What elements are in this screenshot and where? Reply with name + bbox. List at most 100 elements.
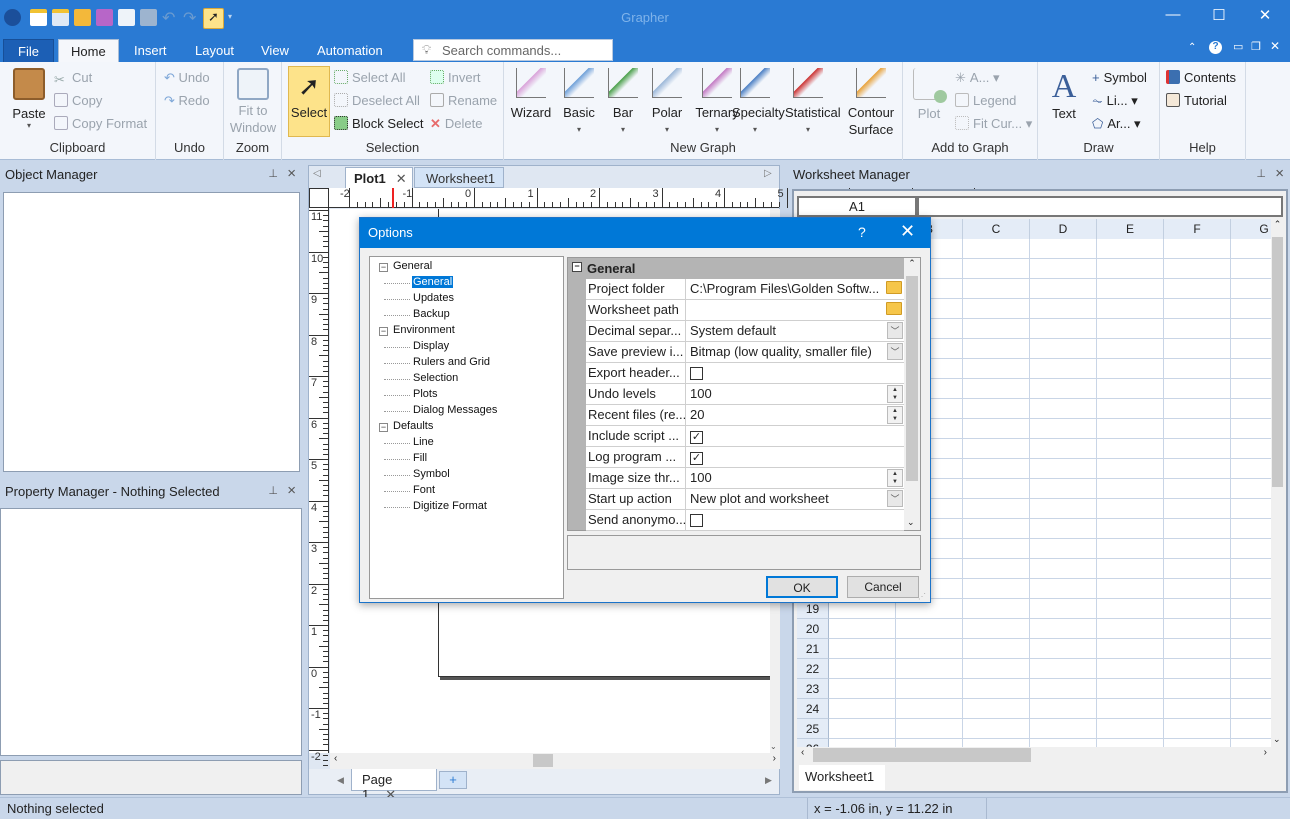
page-scroll-left-icon[interactable]: ◀	[337, 775, 344, 786]
ws-hscroll-thumb[interactable]	[813, 748, 1031, 762]
cell[interactable]	[1097, 279, 1164, 299]
cell[interactable]	[1030, 439, 1097, 459]
cell[interactable]	[1231, 399, 1271, 419]
cell[interactable]	[896, 619, 963, 639]
page-scroll-right-icon[interactable]: ▶	[765, 775, 772, 786]
select-button[interactable]: ➚ Select	[288, 66, 330, 137]
pin-icon[interactable]: ⊥	[268, 167, 278, 180]
doc-close-icon[interactable]: ✕	[1270, 39, 1280, 53]
new-graph-bar-button[interactable]: Bar ▾	[600, 68, 646, 138]
tab-automation[interactable]: Automation	[305, 39, 395, 63]
dropdown-chevron-icon[interactable]: ﹀	[887, 343, 903, 360]
tree-node[interactable]: Updates	[412, 292, 455, 304]
tab-worksheet1[interactable]: Worksheet1	[414, 167, 504, 188]
object-tree[interactable]	[3, 192, 300, 472]
column-header[interactable]: C	[963, 219, 1030, 239]
cell[interactable]	[1097, 459, 1164, 479]
cell[interactable]	[1030, 699, 1097, 719]
select-all-button[interactable]: Select All	[334, 70, 405, 85]
checkbox[interactable]	[690, 514, 703, 527]
pg-scrollbar[interactable]: ⌃ ⌄	[904, 258, 920, 530]
property-row[interactable]: Project folder C:\Program Files\Golden So…	[586, 279, 904, 300]
resize-grip-icon[interactable]: ⋰	[918, 592, 926, 601]
cell[interactable]	[1231, 439, 1271, 459]
scroll-left-icon[interactable]: ‹	[334, 753, 337, 764]
cell[interactable]	[1231, 659, 1271, 679]
cell[interactable]	[1097, 659, 1164, 679]
tree-node[interactable]: General	[393, 260, 432, 272]
tab-layout[interactable]: Layout	[183, 39, 246, 63]
cell[interactable]	[1164, 599, 1231, 619]
cell[interactable]	[1097, 299, 1164, 319]
tree-collapse-icon[interactable]: −	[379, 423, 388, 432]
cell[interactable]	[1164, 619, 1231, 639]
cell[interactable]	[963, 319, 1030, 339]
row-header[interactable]: 26	[797, 739, 829, 747]
tree-node[interactable]: Rulers and Grid	[412, 356, 491, 368]
tree-collapse-icon[interactable]: −	[379, 263, 388, 272]
property-value[interactable]: 100	[687, 468, 904, 488]
cell[interactable]	[1164, 319, 1231, 339]
cell[interactable]	[1231, 319, 1271, 339]
tree-node[interactable]: Selection	[412, 372, 459, 384]
cell[interactable]	[963, 439, 1030, 459]
cell[interactable]	[1231, 239, 1271, 259]
checkbox[interactable]: ✓	[690, 452, 703, 465]
cell[interactable]	[1164, 579, 1231, 599]
cell[interactable]	[1164, 239, 1231, 259]
column-header[interactable]: D	[1030, 219, 1097, 239]
column-header[interactable]: E	[1097, 219, 1164, 239]
cell[interactable]	[1231, 579, 1271, 599]
cell[interactable]	[963, 339, 1030, 359]
property-row[interactable]: Export header...	[586, 363, 904, 384]
section-header-general[interactable]: − General	[568, 258, 904, 279]
tree-node[interactable]: Fill	[412, 452, 428, 464]
cell[interactable]	[963, 279, 1030, 299]
new-graph-wizard-button[interactable]: Wizard	[508, 68, 554, 121]
cell[interactable]	[896, 719, 963, 739]
cell[interactable]	[963, 579, 1030, 599]
horizontal-scrollbar[interactable]: ‹ ›	[330, 753, 780, 769]
cell[interactable]	[1164, 739, 1231, 747]
tab-insert[interactable]: Insert	[122, 39, 179, 63]
cell[interactable]	[1231, 499, 1271, 519]
cell[interactable]	[963, 499, 1030, 519]
cell[interactable]	[1164, 419, 1231, 439]
property-row[interactable]: Include script ... ✓	[586, 426, 904, 447]
cell[interactable]	[1164, 659, 1231, 679]
cell[interactable]	[1231, 379, 1271, 399]
cancel-button[interactable]: Cancel	[847, 576, 919, 598]
minimize-button[interactable]: —	[1163, 6, 1183, 26]
cell[interactable]	[1164, 699, 1231, 719]
tab-scroll-right-icon[interactable]: ▷	[764, 168, 772, 179]
cell[interactable]	[963, 479, 1030, 499]
dropdown-chevron-icon[interactable]: ﹀	[887, 322, 903, 339]
tab-home[interactable]: Home	[58, 39, 119, 64]
cell[interactable]	[1030, 619, 1097, 639]
scroll-right-icon[interactable]: ›	[773, 753, 776, 764]
rename-button[interactable]: Rename	[430, 93, 497, 108]
row-header[interactable]: 22	[797, 659, 829, 679]
help-icon[interactable]: ?	[1209, 41, 1222, 54]
close-panel-icon[interactable]: ×	[1275, 165, 1284, 182]
cell[interactable]	[1164, 459, 1231, 479]
cell[interactable]	[1164, 359, 1231, 379]
cell[interactable]	[963, 379, 1030, 399]
property-value[interactable]: 100	[687, 384, 904, 404]
add-page-button[interactable]: +	[439, 771, 467, 789]
cell-reference-box[interactable]: A1	[797, 196, 917, 217]
property-row[interactable]: Save preview i... Bitmap (low quality, sm…	[586, 342, 904, 363]
property-value[interactable]: 20	[687, 405, 904, 425]
cell[interactable]	[1164, 519, 1231, 539]
cell[interactable]	[1097, 379, 1164, 399]
cell[interactable]	[1164, 479, 1231, 499]
cell[interactable]	[1030, 239, 1097, 259]
cell[interactable]	[963, 719, 1030, 739]
cell[interactable]	[1164, 499, 1231, 519]
cell[interactable]	[1097, 559, 1164, 579]
add-axis-button[interactable]: ✳ A... ▾	[955, 70, 1000, 86]
cell[interactable]	[1164, 539, 1231, 559]
cell[interactable]	[1231, 299, 1271, 319]
ws-horizontal-scrollbar[interactable]: ‹ ›	[797, 747, 1271, 764]
ws-scroll-right-icon[interactable]: ›	[1264, 747, 1267, 758]
